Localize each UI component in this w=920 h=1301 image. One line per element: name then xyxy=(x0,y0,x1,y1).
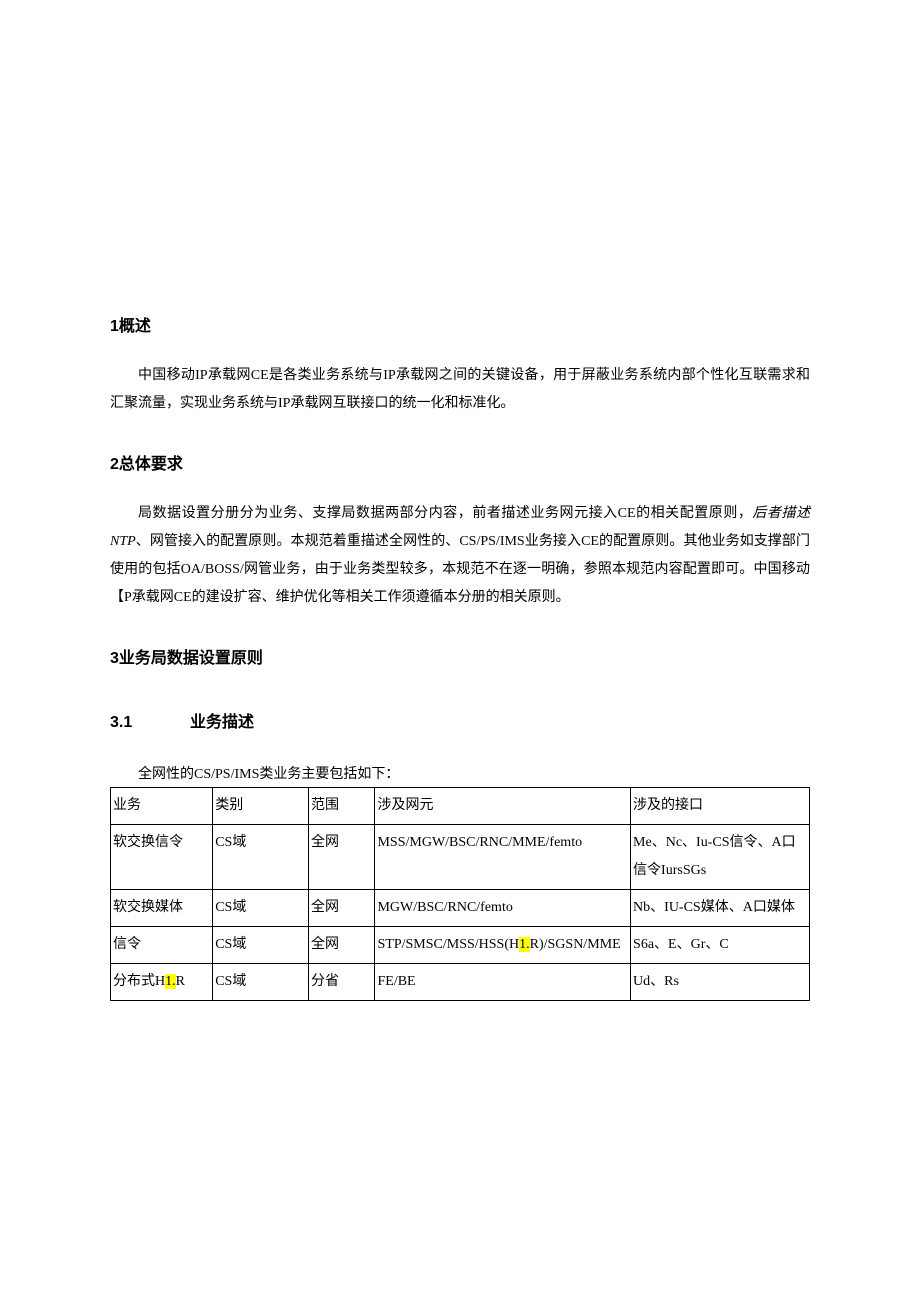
table-row: 分布式H1.R CS域 分省 FE/BE Ud、Rs xyxy=(111,964,810,1001)
cell-scope: 全网 xyxy=(309,927,375,964)
paragraph-2: 局数据设置分册分为业务、支撑局数据两部分内容，前者描述业务网元接入CE的相关配置… xyxy=(110,500,810,612)
cell-intf: Me、Nc、Iu-CS信令、A口信令IursSGs xyxy=(631,825,810,890)
highlight: 1. xyxy=(519,937,530,952)
section-1-overview: 1概述 xyxy=(110,312,810,336)
table-row: 信令 CS域 全网 STP/SMSC/MSS/HSS(H1.R)/SGSN/MM… xyxy=(111,927,810,964)
cell-elem: FE/BE xyxy=(375,964,631,1001)
cell-elem: MSS/MGW/BSC/RNC/MME/femto xyxy=(375,825,631,890)
section-2-requirements: 2总体要求 xyxy=(110,450,810,474)
section-3-1-num: 3.1 xyxy=(110,714,190,732)
th-biz: 业务 xyxy=(111,788,213,825)
cell-scope: 全网 xyxy=(309,890,375,927)
cell-biz: 软交换信令 xyxy=(111,825,213,890)
cell-cat: CS域 xyxy=(213,825,309,890)
section-3-principles: 3业务局数据设置原则 xyxy=(110,644,810,668)
cell-biz: 信令 xyxy=(111,927,213,964)
cell-cat: CS域 xyxy=(213,927,309,964)
section-3-1-text: 业务描述 xyxy=(190,714,254,731)
p2-mid: 、网管接入的配置原则。本规范着重描述全网性的、CS/PS/IMS业务接入CE的配… xyxy=(110,534,810,577)
table-caption: 全网性的CS/PS/IMS类业务主要包括如下： xyxy=(110,762,810,787)
p2-post: P承载网CE的建设扩容、维护优化等相关工作须遵循本分册的相关原则。 xyxy=(124,590,570,605)
elem-post: R)/SGSN/MME xyxy=(530,937,621,952)
th-scope: 范围 xyxy=(309,788,375,825)
th-intf: 涉及的接口 xyxy=(631,788,810,825)
cell-intf: Ud、Rs xyxy=(631,964,810,1001)
p2-bracket: 【 xyxy=(110,590,124,605)
cell-biz: 分布式H1.R xyxy=(111,964,213,1001)
cell-cat: CS域 xyxy=(213,964,309,1001)
cell-scope: 全网 xyxy=(309,825,375,890)
cell-intf: Nb、IU-CS媒体、A口媒体 xyxy=(631,890,810,927)
cell-intf: S6a、E、Gr、C xyxy=(631,927,810,964)
cell-biz: 软交换媒体 xyxy=(111,890,213,927)
cell-elem: STP/SMSC/MSS/HSS(H1.R)/SGSN/MME xyxy=(375,927,631,964)
p2-pre: 局数据设置分册分为业务、支撑局数据两部分内容，前者描述业务网元接入CE的相关配置… xyxy=(138,506,752,521)
biz-pre: 分布式H xyxy=(113,974,165,989)
table-row: 软交换媒体 CS域 全网 MGW/BSC/RNC/femto Nb、IU-CS媒… xyxy=(111,890,810,927)
highlight: 1. xyxy=(165,974,176,989)
cell-scope: 分省 xyxy=(309,964,375,1001)
services-table: 业务 类别 范围 涉及网元 涉及的接口 软交换信令 CS域 全网 MSS/MGW… xyxy=(110,787,810,1001)
cell-cat: CS域 xyxy=(213,890,309,927)
paragraph-1: 中国移动IP承载网CE是各类业务系统与IP承载网之间的关键设备，用于屏蔽业务系统… xyxy=(110,362,810,418)
table-header-row: 业务 类别 范围 涉及网元 涉及的接口 xyxy=(111,788,810,825)
table-row: 软交换信令 CS域 全网 MSS/MGW/BSC/RNC/MME/femto M… xyxy=(111,825,810,890)
elem-pre: STP/SMSC/MSS/HSS(H xyxy=(377,937,519,952)
section-3-1: 3.1业务描述 xyxy=(110,708,810,732)
cell-elem: MGW/BSC/RNC/femto xyxy=(375,890,631,927)
biz-post: R xyxy=(176,974,185,989)
th-elem: 涉及网元 xyxy=(375,788,631,825)
th-cat: 类别 xyxy=(213,788,309,825)
